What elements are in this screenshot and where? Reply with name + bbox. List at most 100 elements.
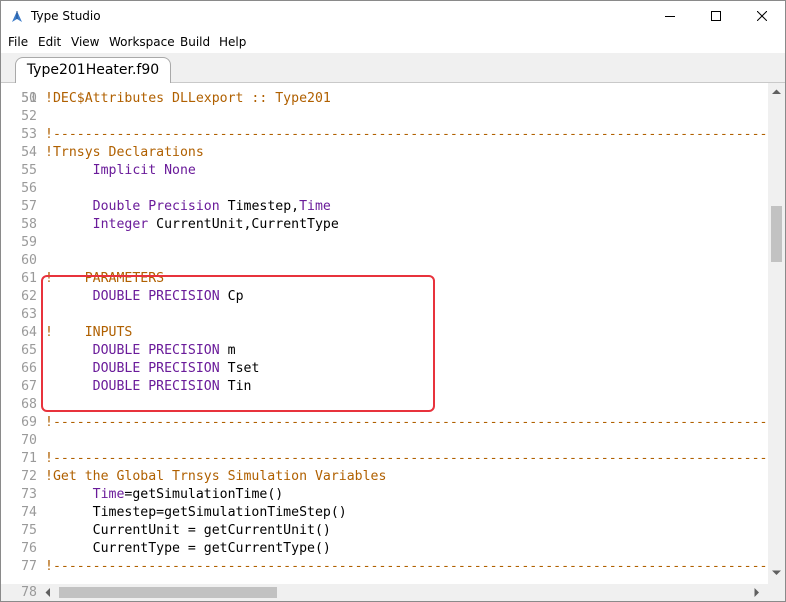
tab-type201heater[interactable]: Type201Heater.f90 bbox=[15, 57, 171, 83]
line-number: 55 bbox=[21, 163, 37, 178]
code-line[interactable]: 54 !Trnsys Declarations bbox=[1, 144, 768, 162]
maximize-button[interactable] bbox=[693, 1, 739, 32]
code-text: Timestep=getSimulationTimeStep() bbox=[45, 504, 347, 522]
app-icon bbox=[10, 9, 24, 23]
close-icon bbox=[757, 11, 767, 21]
code-line[interactable]: 56 bbox=[1, 180, 768, 198]
line-number: 57 bbox=[21, 199, 37, 214]
menu-workspace[interactable]: Workspace bbox=[109, 32, 175, 53]
code-line[interactable]: 58 Integer CurrentUnit,CurrentType bbox=[1, 216, 768, 234]
code-line[interactable]: 60 bbox=[1, 252, 768, 270]
line-number: 65 bbox=[21, 343, 37, 358]
code-token: CurrentType = getCurrentType() bbox=[45, 541, 331, 556]
code-line[interactable]: 57 Double Precision Timestep,Time bbox=[1, 198, 768, 216]
code-keyword: Time bbox=[92, 487, 125, 502]
code-line[interactable]: 69 !-------------------------------------… bbox=[1, 414, 768, 432]
menu-build[interactable]: Build bbox=[180, 32, 210, 53]
highlight-annotation-box bbox=[41, 275, 435, 412]
code-line[interactable]: 70 bbox=[1, 432, 768, 450]
line-number: 70 bbox=[21, 433, 37, 448]
code-comment: !---------------------------------------… bbox=[45, 451, 768, 466]
code-keyword: Integer bbox=[92, 217, 149, 232]
code-line[interactable]: 51 !DEC$Attributes DLLexport :: Type201 bbox=[1, 90, 768, 108]
line-number: 53 bbox=[21, 127, 37, 142]
code-editor[interactable]: 50 51 !DEC$Attributes DLLexport :: Type20… bbox=[1, 83, 768, 584]
code-line[interactable]: 73 Time=getSimulationTime() bbox=[1, 486, 768, 504]
line-number: 75 bbox=[21, 523, 37, 538]
vertical-scrollbar[interactable] bbox=[768, 83, 785, 584]
code-comment: !---------------------------------------… bbox=[45, 415, 768, 430]
code-line[interactable]: 74 Timestep=getSimulationTimeStep() bbox=[1, 504, 768, 522]
horizontal-scroll-thumb[interactable] bbox=[59, 587, 277, 598]
horizontal-scrollbar[interactable]: 78 bbox=[1, 584, 768, 601]
code-line[interactable]: 59 bbox=[1, 234, 768, 252]
code-text: Double Precision Timestep,Time bbox=[45, 198, 331, 216]
line-number: 76 bbox=[21, 541, 37, 556]
code-text: !---------------------------------------… bbox=[45, 126, 768, 144]
minimize-button[interactable] bbox=[647, 1, 693, 32]
menu-file[interactable]: File bbox=[8, 32, 28, 53]
code-line[interactable]: 71 !-------------------------------------… bbox=[1, 450, 768, 468]
line-number: 61 bbox=[21, 271, 37, 286]
code-text: !---------------------------------------… bbox=[45, 558, 768, 576]
menu-view[interactable]: View bbox=[71, 32, 99, 53]
maximize-icon bbox=[711, 11, 721, 21]
scroll-right-arrow-icon[interactable] bbox=[754, 588, 760, 597]
code-line[interactable]: 75 CurrentUnit = getCurrentUnit() bbox=[1, 522, 768, 540]
scroll-down-arrow-icon[interactable] bbox=[772, 570, 781, 576]
line-number: 68 bbox=[21, 397, 37, 412]
menu-edit[interactable]: Edit bbox=[38, 32, 61, 53]
line-number: 58 bbox=[21, 217, 37, 232]
line-number: 60 bbox=[21, 253, 37, 268]
code-line[interactable]: 52 bbox=[1, 108, 768, 126]
code-comment: !Get the Global Trnsys Simulation Variab… bbox=[45, 469, 387, 484]
code-text: !DEC$Attributes DLLexport :: Type201 bbox=[45, 90, 331, 108]
vertical-scroll-thumb[interactable] bbox=[771, 206, 782, 262]
line-number: 66 bbox=[21, 361, 37, 376]
line-number: 56 bbox=[21, 181, 37, 196]
line-number: 64 bbox=[21, 325, 37, 340]
code-text: CurrentUnit = getCurrentUnit() bbox=[45, 522, 331, 540]
code-line[interactable]: 72 !Get the Global Trnsys Simulation Vari… bbox=[1, 468, 768, 486]
window-title: Type Studio bbox=[31, 9, 101, 23]
code-comment: !---------------------------------------… bbox=[45, 559, 768, 574]
code-text: !---------------------------------------… bbox=[45, 414, 768, 432]
code-line[interactable]: 53 !-------------------------------------… bbox=[1, 126, 768, 144]
menu-help[interactable]: Help bbox=[219, 32, 246, 53]
code-comment: !---------------------------------------… bbox=[45, 127, 768, 142]
line-number: 78 bbox=[21, 585, 37, 600]
code-line[interactable]: 77 !-------------------------------------… bbox=[1, 558, 768, 576]
app-window: Type Studio File Edit View Workspace Bui… bbox=[0, 0, 786, 602]
code-comment: !Trnsys Declarations bbox=[45, 145, 204, 160]
code-token: =getSimulationTime() bbox=[124, 487, 284, 502]
code-text: !Trnsys Declarations bbox=[45, 144, 204, 162]
scroll-up-arrow-icon[interactable] bbox=[772, 89, 781, 95]
code-line-partial: 50 bbox=[1, 83, 768, 106]
code-text: Integer CurrentUnit,CurrentType bbox=[45, 216, 339, 234]
line-number: 54 bbox=[21, 145, 37, 160]
code-keyword: Time bbox=[299, 199, 331, 214]
scroll-left-arrow-icon[interactable] bbox=[45, 588, 51, 597]
code-line[interactable]: 55 Implicit None bbox=[1, 162, 768, 180]
code-comment: !DEC$Attributes DLLexport :: Type201 bbox=[45, 91, 331, 106]
tab-label: Type201Heater.f90 bbox=[26, 62, 160, 78]
close-button[interactable] bbox=[739, 1, 785, 32]
tab-strip: Type201Heater.f90 bbox=[1, 53, 785, 83]
code-text: !Get the Global Trnsys Simulation Variab… bbox=[45, 468, 386, 486]
title-bar[interactable]: Type Studio bbox=[1, 1, 785, 32]
line-number: 74 bbox=[21, 505, 37, 520]
line-number: 63 bbox=[21, 307, 37, 322]
code-text: CurrentType = getCurrentType() bbox=[45, 540, 331, 558]
code-line[interactable]: 76 CurrentType = getCurrentType() bbox=[1, 540, 768, 558]
code-text: Implicit None bbox=[45, 162, 196, 180]
minimize-icon bbox=[665, 16, 675, 17]
scrollbar-corner bbox=[768, 584, 785, 601]
code-token: CurrentUnit = getCurrentUnit() bbox=[45, 523, 331, 538]
line-number: 59 bbox=[21, 235, 37, 250]
code-token: Timestep=getSimulationTimeStep() bbox=[45, 505, 347, 520]
line-number: 62 bbox=[21, 289, 37, 304]
